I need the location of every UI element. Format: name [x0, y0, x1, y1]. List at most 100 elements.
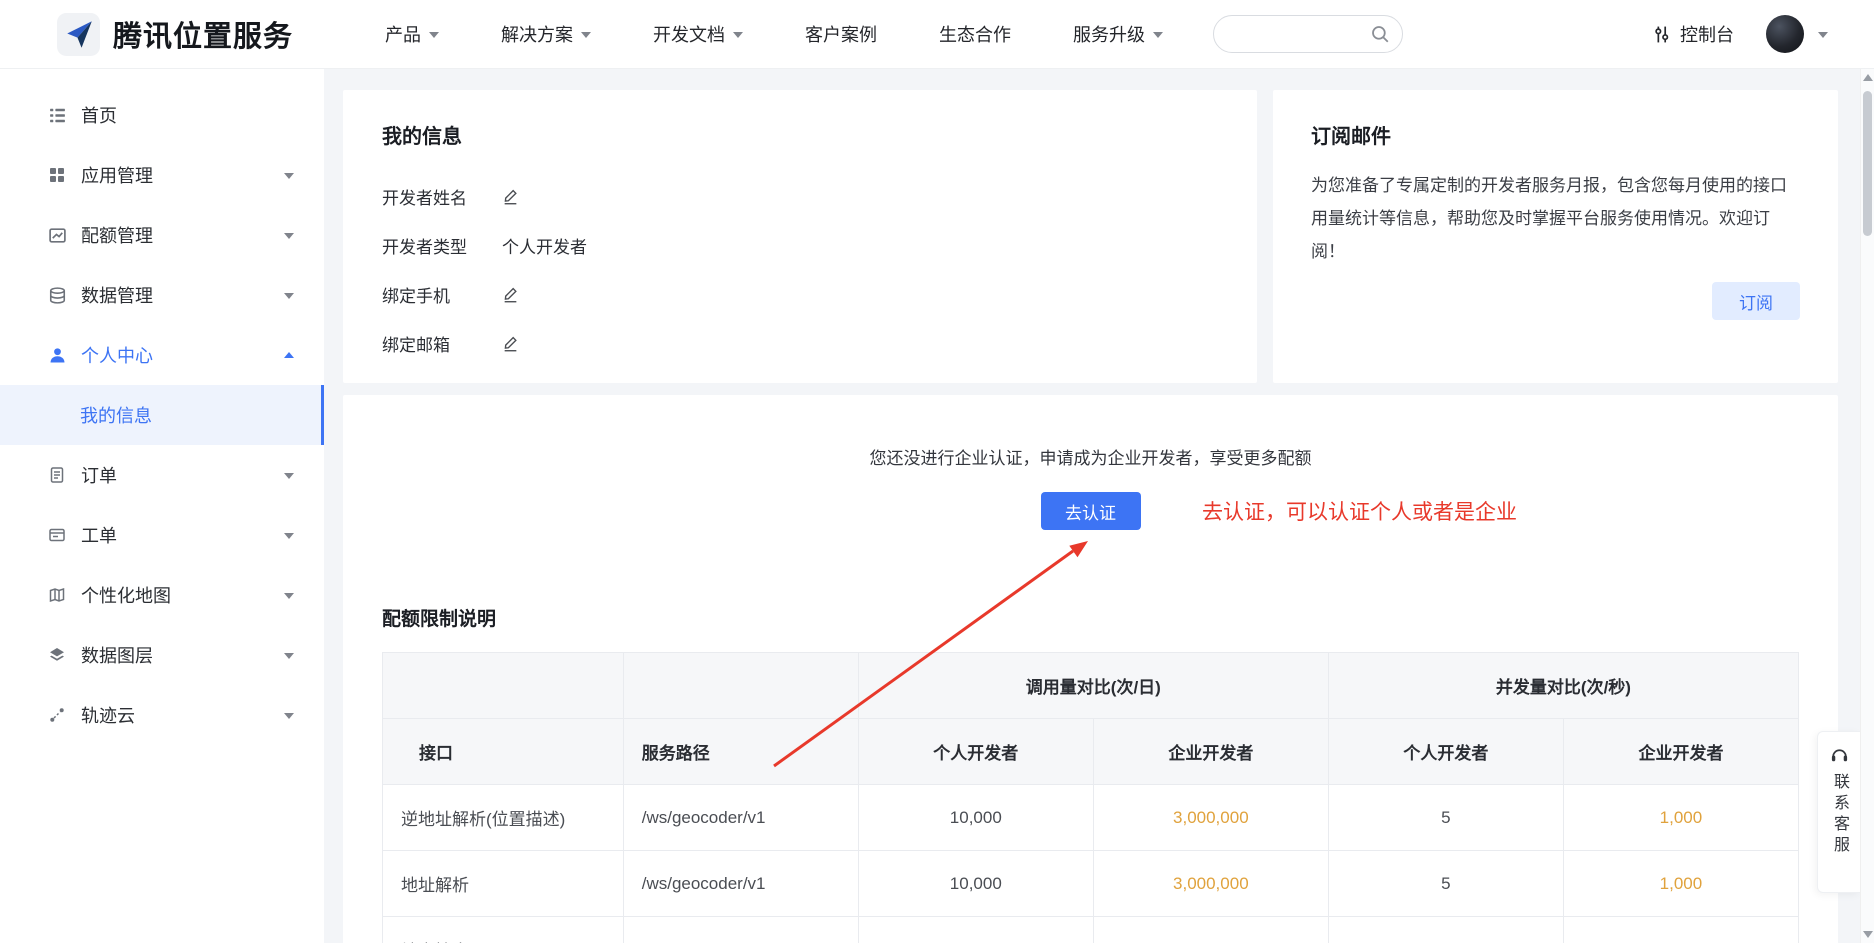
group-header-daily-calls: 调用量对比(次/日): [858, 653, 1328, 719]
edit-pencil-icon[interactable]: [502, 335, 519, 352]
layers-icon: [48, 645, 69, 666]
contact-support-tab[interactable]: 联系客服: [1817, 731, 1860, 893]
scroll-up-arrow[interactable]: [1863, 74, 1873, 81]
sidebar-item-label: 工单: [81, 522, 117, 548]
brand-logo[interactable]: 腾讯位置服务: [0, 12, 293, 57]
column-header-enterprise-concurrency: 企业开发者: [1563, 719, 1798, 785]
cell-api: 地址解析: [383, 851, 624, 917]
go-verify-button[interactable]: 去认证: [1041, 492, 1141, 530]
chevron-down-icon: [1153, 32, 1163, 38]
field-label: 开发者类型: [382, 233, 502, 258]
sidebar-item-label: 应用管理: [81, 162, 153, 188]
route-icon: [48, 705, 69, 726]
cell-path: /ws/geocoder/v1: [623, 851, 858, 917]
sidebar-item-app-management[interactable]: 应用管理: [0, 145, 324, 205]
nav-item-customer-cases[interactable]: 客户案例: [805, 21, 877, 47]
scrollbar-thumb[interactable]: [1863, 91, 1872, 236]
empty-header-cell: [383, 653, 624, 719]
field-value: 个人开发者: [502, 233, 587, 258]
cell-enterprise-concurrency: 200: [1563, 917, 1798, 943]
sidebar-item-label: 数据管理: [81, 282, 153, 308]
sliders-icon: [1652, 25, 1671, 44]
sidebar-subitem-my-info[interactable]: 我的信息: [0, 385, 324, 445]
sidebar-item-personal-center[interactable]: 个人中心: [0, 325, 324, 385]
chevron-down-icon: [581, 32, 591, 38]
column-header-enterprise-daily: 企业开发者: [1093, 719, 1328, 785]
field-label: 开发者姓名: [382, 184, 502, 209]
column-header-personal-concurrency: 个人开发者: [1328, 719, 1563, 785]
chevron-down-icon: [284, 533, 294, 539]
cell-personal-daily: 10,000: [858, 785, 1093, 851]
cell-api: 逆地址解析(位置描述): [383, 785, 624, 851]
chevron-down-icon: [429, 32, 439, 38]
sidebar-item-orders[interactable]: 订单: [0, 445, 324, 505]
headset-icon: [1830, 745, 1849, 764]
quota-chart-icon: [48, 225, 69, 246]
primary-nav: 产品 解决方案 开发文档 客户案例 生态合作 服务升级: [385, 21, 1163, 47]
sidebar-item-quota-management[interactable]: 配额管理: [0, 205, 324, 265]
nav-item-ecosystem[interactable]: 生态合作: [939, 21, 1011, 47]
home-list-icon: [48, 105, 69, 126]
field-bound-email: 绑定邮箱: [382, 333, 1218, 353]
sidebar-item-work-orders[interactable]: 工单: [0, 505, 324, 565]
search-input[interactable]: [1230, 25, 1370, 43]
nav-item-products[interactable]: 产品: [385, 21, 439, 47]
chevron-down-icon[interactable]: [1818, 32, 1828, 38]
card-title: 订阅邮件: [1311, 120, 1800, 149]
cell-personal-daily: 10,000: [858, 851, 1093, 917]
search-box[interactable]: [1213, 15, 1403, 53]
contact-support-label: 联系客服: [1827, 773, 1851, 857]
chevron-down-icon: [284, 713, 294, 719]
map-icon: [48, 585, 69, 606]
table-row: 逆地址解析(位置描述) /ws/geocoder/v1 10,000 3,000…: [383, 785, 1799, 851]
sidebar-item-label: 订单: [81, 462, 117, 488]
edit-pencil-icon[interactable]: [502, 188, 519, 205]
edit-pencil-icon[interactable]: [502, 286, 519, 303]
cell-personal-daily: 10,000: [858, 917, 1093, 943]
database-icon: [48, 285, 69, 306]
scrollbar[interactable]: [1860, 69, 1874, 943]
ticket-icon: [48, 525, 69, 546]
nav-label: 开发文档: [653, 21, 725, 47]
cell-enterprise-daily: 3,000,000: [1093, 851, 1328, 917]
chevron-up-icon: [284, 352, 294, 358]
sidebar: 首页 应用管理 配额管理: [0, 69, 324, 943]
chevron-down-icon: [284, 173, 294, 179]
cell-path: /ws/place/v1/search: [623, 917, 858, 943]
main-content: 我的信息 开发者姓名 开发者类型 个人开发者: [324, 69, 1860, 943]
cell-personal-concurrency: 5: [1328, 917, 1563, 943]
sidebar-item-data-layers[interactable]: 数据图层: [0, 625, 324, 685]
nav-item-service-upgrade[interactable]: 服务升级: [1073, 21, 1163, 47]
subscribe-button[interactable]: 订阅: [1712, 282, 1800, 320]
nav-label: 生态合作: [939, 21, 1011, 47]
sidebar-item-label: 个人中心: [81, 342, 153, 368]
quota-table: 调用量对比(次/日) 并发量对比(次/秒) 接口 服务路径 个人开发者 企业开发…: [382, 652, 1799, 943]
nav-item-solutions[interactable]: 解决方案: [501, 21, 591, 47]
sidebar-item-label: 我的信息: [80, 402, 152, 428]
scroll-down-arrow[interactable]: [1863, 931, 1873, 938]
console-label: 控制台: [1680, 21, 1734, 47]
search-icon[interactable]: [1370, 24, 1390, 44]
table-row: 地点搜索 /ws/place/v1/search 10,000 500,000 …: [383, 917, 1799, 943]
cell-api: 地点搜索: [383, 917, 624, 943]
sidebar-item-custom-map[interactable]: 个性化地图: [0, 565, 324, 625]
sidebar-item-data-management[interactable]: 数据管理: [0, 265, 324, 325]
console-button[interactable]: 控制台: [1652, 21, 1734, 47]
chevron-down-icon: [284, 233, 294, 239]
cell-enterprise-daily: 3,000,000: [1093, 785, 1328, 851]
document-icon: [48, 465, 69, 486]
table-column-header-row: 接口 服务路径 个人开发者 企业开发者 个人开发者 企业开发者: [383, 719, 1799, 785]
nav-label: 解决方案: [501, 21, 573, 47]
certification-notice: 您还没进行企业认证，申请成为企业开发者，享受更多配额: [382, 447, 1799, 471]
empty-header-cell: [623, 653, 858, 719]
nav-item-dev-docs[interactable]: 开发文档: [653, 21, 743, 47]
sidebar-item-home[interactable]: 首页: [0, 85, 324, 145]
cell-personal-concurrency: 5: [1328, 785, 1563, 851]
apps-grid-icon: [48, 165, 69, 186]
sidebar-item-track-cloud[interactable]: 轨迹云: [0, 685, 324, 745]
user-avatar[interactable]: [1766, 15, 1804, 53]
field-label: 绑定手机: [382, 282, 502, 307]
subscribe-description: 为您准备了专属定制的开发者服务月报，包含您每月使用的接口用量统计等信息，帮助您及…: [1311, 169, 1800, 268]
top-navigation-bar: 腾讯位置服务 产品 解决方案 开发文档 客户案例 生态合作 服务升级: [0, 0, 1874, 69]
field-label: 绑定邮箱: [382, 331, 502, 356]
